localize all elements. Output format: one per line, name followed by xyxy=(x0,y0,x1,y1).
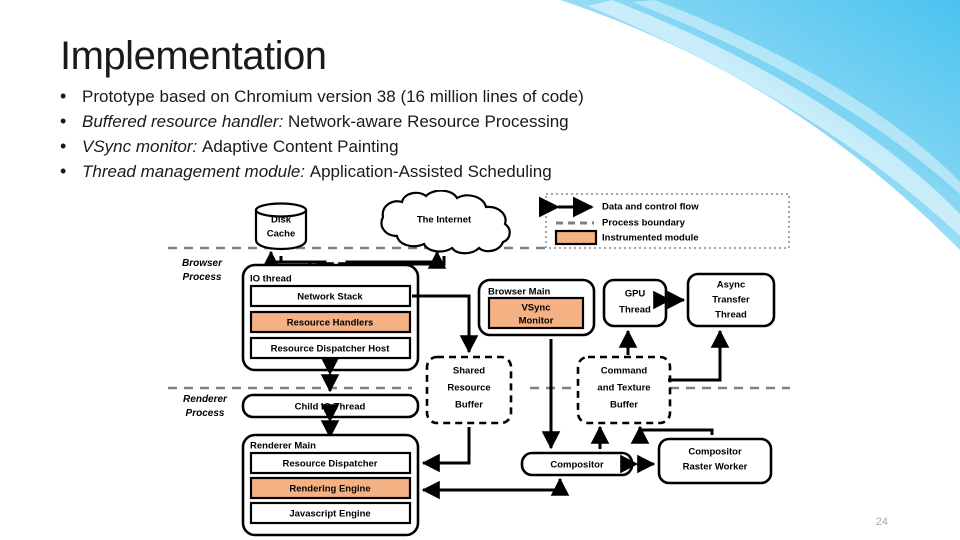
the-internet-label: The Internet xyxy=(417,215,472,226)
vsync-monitor-label-line2: Monitor xyxy=(519,316,554,327)
renderer-main-title: Renderer Main xyxy=(250,441,316,452)
async-transfer-label-line2: Transfer xyxy=(712,295,750,306)
disk-cache-node: Disk Cache xyxy=(254,202,308,251)
network-stack-label: Network Stack xyxy=(297,292,363,303)
svg-text:Process: Process xyxy=(186,408,225,419)
renderer-process-label: Renderer Process xyxy=(183,394,228,419)
javascript-engine-label: Javascript Engine xyxy=(289,509,370,520)
bullet-body: Prototype based on Chromium version 38 (… xyxy=(82,87,584,106)
bullet-list: • Prototype based on Chromium version 38… xyxy=(60,86,760,186)
command-texture-buffer-line3: Buffer xyxy=(610,400,638,411)
io-thread-title: IO thread xyxy=(250,274,292,285)
flow-cmdbuffer-to-async-transfer xyxy=(668,329,730,382)
browser-main-title: Browser Main xyxy=(488,287,550,298)
bullet-body: Adaptive Content Painting xyxy=(202,137,399,156)
async-transfer-thread-node: Async Transfer Thread xyxy=(686,272,776,328)
bullet-text: Buffered resource handler: Network-aware… xyxy=(82,111,569,132)
resource-dispatcher-label: Resource Dispatcher xyxy=(282,459,377,470)
bullet-emphasis: VSync monitor: xyxy=(82,137,198,156)
bullet-marker-icon: • xyxy=(60,86,67,106)
flow-network-stack-to-shared-buffer xyxy=(412,294,479,354)
compositor-raster-worker-line1: Compositor xyxy=(688,447,742,458)
shared-resource-buffer-line3: Buffer xyxy=(455,400,483,411)
resource-dispatcher-host-label: Resource Dispatcher Host xyxy=(271,344,391,355)
compositor-label: Compositor xyxy=(550,460,604,471)
compositor-raster-worker-line2: Raster Worker xyxy=(683,462,748,473)
compositor-node: Compositor xyxy=(520,451,634,477)
flow-shared-buffer-to-resource-dispatcher xyxy=(421,427,471,473)
legend-item-process-boundary: Process boundary xyxy=(556,218,686,229)
async-transfer-label-line3: Thread xyxy=(715,310,747,321)
architecture-diagram: Data and control flow Process boundary I… xyxy=(0,190,960,540)
bullet-marker-icon: • xyxy=(60,136,67,156)
svg-text:Process: Process xyxy=(183,272,222,283)
shared-resource-buffer-node: Shared Resource Buffer xyxy=(425,355,513,425)
browser-main-group: Browser Main VSync Monitor xyxy=(477,278,596,337)
disk-cache-label-line1: Disk xyxy=(271,215,292,226)
io-thread-group: IO thread Network Stack Resource Handler… xyxy=(241,263,420,372)
renderer-main-group: Renderer Main Resource Dispatcher Render… xyxy=(241,433,420,537)
browser-process-label: Browser Process xyxy=(182,258,223,283)
shared-resource-buffer-line1: Shared xyxy=(453,366,485,377)
bullet-emphasis: Buffered resource handler: xyxy=(82,112,284,131)
legend-item-data-and-control-flow: Data and control flow xyxy=(538,196,699,218)
gpu-thread-label-line1: GPU xyxy=(625,289,646,300)
command-and-texture-buffer-node: Command and Texture Buffer xyxy=(576,355,672,425)
page-number: 24 xyxy=(875,516,888,528)
flow-raster-worker-to-cmdbuffer xyxy=(630,425,714,444)
list-item: • VSync monitor: Adaptive Content Painti… xyxy=(60,136,760,157)
list-item: • Buffered resource handler: Network-awa… xyxy=(60,111,760,132)
child-io-thread-node: Child IO Thread xyxy=(241,393,420,419)
async-transfer-label-line1: Async xyxy=(717,280,746,291)
bullet-emphasis: Thread management module: xyxy=(82,162,306,181)
bullet-marker-icon: • xyxy=(60,111,67,131)
shared-resource-buffer-line2: Resource xyxy=(447,383,490,394)
disk-cache-label-line2: Cache xyxy=(267,229,296,240)
bullet-text: Thread management module: Application-As… xyxy=(82,161,552,182)
page-title: Implementation xyxy=(60,34,327,78)
resource-handlers-label: Resource Handlers xyxy=(287,318,374,329)
gpu-thread-label-line2: Thread xyxy=(619,305,651,316)
vsync-monitor-label-line1: VSync xyxy=(521,303,550,314)
legend-label: Instrumented module xyxy=(602,233,699,244)
legend-label: Process boundary xyxy=(602,218,686,229)
the-internet-node: The Internet xyxy=(380,190,511,255)
command-texture-buffer-line1: Command xyxy=(601,366,648,377)
bullet-text: VSync monitor: Adaptive Content Painting xyxy=(82,136,399,157)
rendering-engine-label: Rendering Engine xyxy=(289,484,370,495)
bullet-body: Network-aware Resource Processing xyxy=(288,112,569,131)
bullet-text: Prototype based on Chromium version 38 (… xyxy=(82,86,584,107)
svg-text:Renderer: Renderer xyxy=(183,394,228,405)
flow-compositor-to-rendering-engine xyxy=(421,479,562,500)
bullet-marker-icon: • xyxy=(60,161,67,181)
compositor-raster-worker-node: Compositor Raster Worker xyxy=(657,437,773,485)
legend-label: Data and control flow xyxy=(602,202,699,213)
legend-item-instrumented-module: Instrumented module xyxy=(554,229,699,246)
list-item: • Thread management module: Application-… xyxy=(60,161,760,182)
bullet-body: Application-Assisted Scheduling xyxy=(309,162,552,181)
list-item: • Prototype based on Chromium version 38… xyxy=(60,86,760,107)
gpu-thread-node: GPU Thread xyxy=(602,278,668,328)
svg-text:Browser: Browser xyxy=(182,258,223,269)
child-io-thread-label: Child IO Thread xyxy=(295,402,366,413)
command-texture-buffer-line2: and Texture xyxy=(597,383,650,394)
